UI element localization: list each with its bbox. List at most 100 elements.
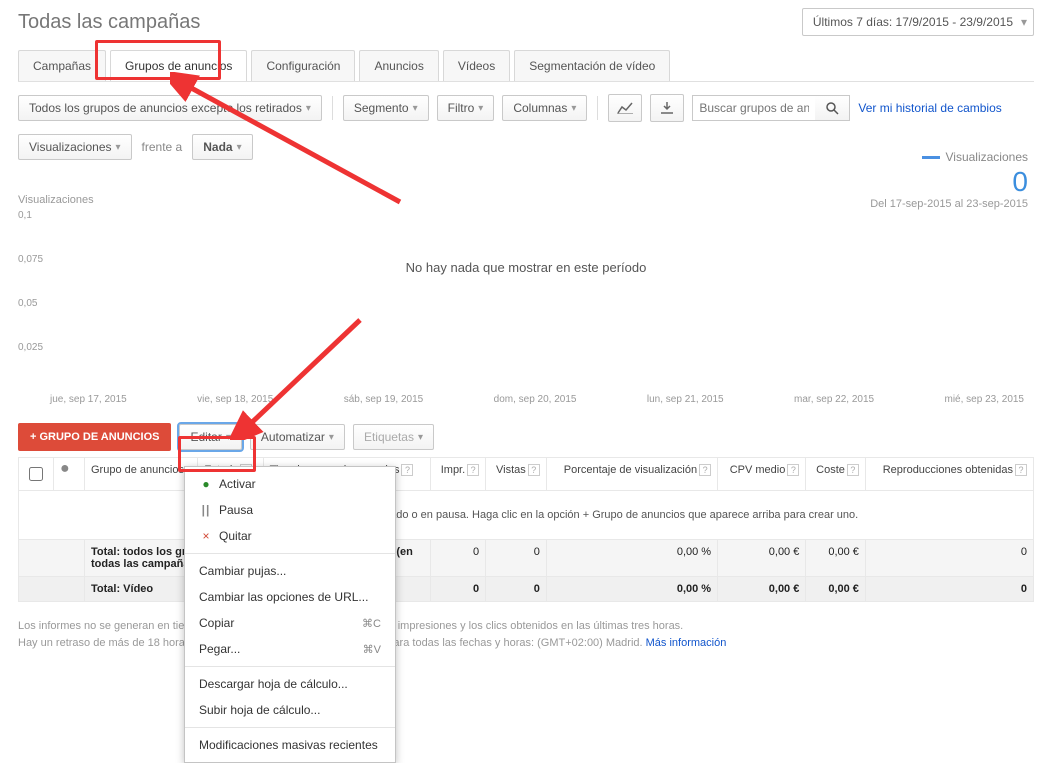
tab-ads[interactable]: Anuncios [359,50,438,81]
col-view-rate-label: Porcentaje de visualización [564,464,697,476]
tab-settings[interactable]: Configuración [251,50,355,81]
edit-dropdown[interactable]: Editar▾ [179,424,241,450]
menu-upload[interactable]: Subir hoja de cálculo... [185,697,395,723]
col-plays-label: Reproducciones obtenidas [883,464,1013,476]
total-cost: 0,00 € [806,540,866,577]
x-tick: lun, sep 21, 2015 [647,394,724,405]
menu-divider [185,727,395,728]
help-icon[interactable]: ? [467,464,479,476]
col-impr-label: Impr. [441,464,465,476]
help-icon[interactable]: ? [787,464,799,476]
labels-label: Etiquetas [364,430,414,444]
search-input[interactable] [692,95,815,121]
footer-disclaimer: Los informes no se generan en tiempo rea… [18,618,1034,651]
legend-swatch [922,156,940,159]
y-tick: 0,1 [18,210,32,221]
add-ad-group-button[interactable]: GRUPO DE ANUNCIOS [18,423,171,451]
edit-dropdown-menu: ●Activar ||Pausa ×Quitar Cambiar pujas..… [184,466,396,763]
filter-dropdown[interactable]: Filtro▾ [437,95,495,121]
menu-activate-label: Activar [219,477,256,491]
compare-label: Nada [203,140,232,154]
menu-copy[interactable]: Copiar⌘C [185,610,395,636]
automate-dropdown[interactable]: Automatizar▾ [250,424,345,450]
help-icon[interactable]: ? [528,464,540,476]
help-icon[interactable]: ? [1015,464,1027,476]
total2-cpv: 0,00 € [718,577,806,602]
menu-copy-label: Copiar [199,616,362,630]
menu-change-bids-label: Cambiar pujas... [199,564,381,578]
chart-x-axis: jue, sep 17, 2015 vie, sep 18, 2015 sáb,… [18,394,1034,405]
col-view-rate[interactable]: Porcentaje de visualización? [546,458,717,491]
menu-activate[interactable]: ●Activar [185,471,395,497]
paste-shortcut: ⌘V [363,643,381,656]
chevron-down-icon: ▾ [418,432,423,443]
tab-campaigns[interactable]: Campañas [18,50,106,81]
help-icon[interactable]: ? [847,464,859,476]
search-button[interactable] [815,95,850,121]
empty-row-text: No hay ningún grupo de anuncios habilita… [19,491,1034,540]
menu-upload-label: Subir hoja de cálculo... [199,703,381,717]
col-cpv-label: CPV medio [730,464,786,476]
remove-icon: × [199,529,213,543]
date-range-button[interactable]: Últimos 7 días: 17/9/2015 - 23/9/2015 [802,8,1034,36]
search-icon [825,101,839,115]
menu-pause[interactable]: ||Pausa [185,497,395,523]
menu-bulk[interactable]: Modificaciones masivas recientes [185,732,395,758]
tab-video-targeting[interactable]: Segmentación de vídeo [514,50,670,81]
x-tick: dom, sep 20, 2015 [494,394,577,405]
chart-area: 0,1 0,075 0,05 0,025 No hay nada que mos… [18,210,1034,390]
chevron-down-icon: ▾ [226,432,231,443]
col-cost[interactable]: Coste? [806,458,866,491]
legend-value: 0 [870,166,1028,198]
menu-change-bids[interactable]: Cambiar pujas... [185,558,395,584]
menu-divider [185,553,395,554]
chart-toggle-button[interactable] [608,94,642,122]
status-dot-icon: ● [60,460,70,477]
tab-videos[interactable]: Vídeos [443,50,510,81]
col-group[interactable]: Grupo de anuncios [85,458,198,491]
help-icon[interactable]: ? [699,464,711,476]
help-icon[interactable]: ? [401,464,413,476]
table-empty-row: No hay ningún grupo de anuncios habilita… [19,491,1034,540]
total-views: 0 [486,540,547,577]
table-header-row: ● Grupo de anuncios Estado? Tipo de grup… [19,458,1034,491]
status-dot-header: ● [54,458,85,491]
menu-change-url-label: Cambiar las opciones de URL... [199,590,381,604]
menu-paste[interactable]: Pegar...⌘V [185,636,395,662]
col-impr[interactable]: Impr.? [431,458,486,491]
total2-impr: 0 [431,577,486,602]
tab-ad-groups[interactable]: Grupos de anuncios [110,50,247,81]
col-views[interactable]: Vistas? [486,458,547,491]
menu-download[interactable]: Descargar hoja de cálculo... [185,671,395,697]
col-cpv[interactable]: CPV medio? [718,458,806,491]
menu-change-url[interactable]: Cambiar las opciones de URL... [185,584,395,610]
legend-metric: Visualizaciones [946,150,1029,164]
menu-remove[interactable]: ×Quitar [185,523,395,549]
columns-dropdown[interactable]: Columnas▾ [502,95,587,121]
total-view-rate: 0,00 % [546,540,717,577]
col-plays[interactable]: Reproducciones obtenidas? [865,458,1033,491]
download-button[interactable] [650,94,684,122]
select-all-header [19,458,54,491]
history-link[interactable]: Ver mi historial de cambios [858,101,1001,115]
more-info-link[interactable]: Más información [646,637,727,649]
total2-cost: 0,00 € [806,577,866,602]
metric-dropdown[interactable]: Visualizaciones▾ [18,134,132,160]
total-cpv: 0,00 € [718,540,806,577]
x-tick: mar, sep 22, 2015 [794,394,874,405]
compare-dropdown[interactable]: Nada▾ [192,134,252,160]
menu-bulk-label: Modificaciones masivas recientes [199,738,381,752]
group-filter-dropdown[interactable]: Todos los grupos de anuncios excepto los… [18,95,322,121]
chevron-down-icon: ▾ [116,142,121,153]
select-all-checkbox[interactable] [29,467,43,481]
chevron-down-icon: ▾ [571,103,576,114]
segment-label: Segmento [354,101,409,115]
menu-pause-label: Pausa [219,503,253,517]
col-views-label: Vistas [496,464,526,476]
x-tick: sáb, sep 19, 2015 [344,394,424,405]
chevron-down-icon: ▾ [413,103,418,114]
segment-dropdown[interactable]: Segmento ▾ [343,95,429,121]
labels-dropdown[interactable]: Etiquetas ▾ [353,424,434,450]
total2-views: 0 [486,577,547,602]
vs-label: frente a [142,140,183,154]
